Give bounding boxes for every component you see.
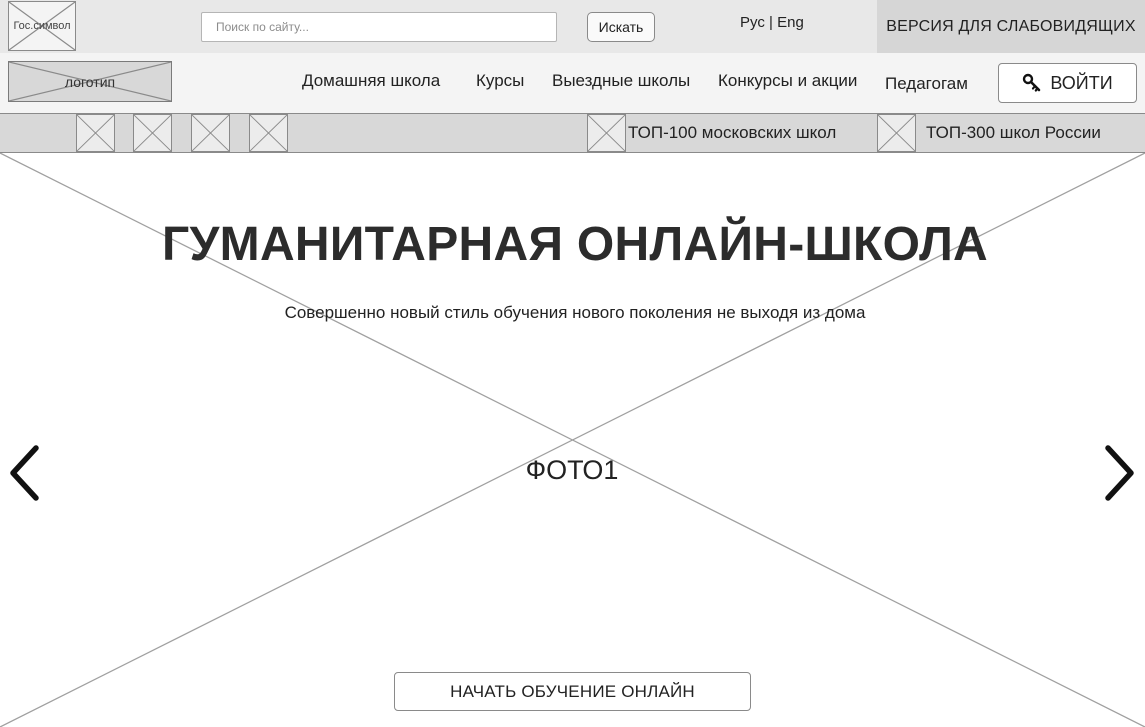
hero-slider: ГУМАНИТАРНАЯ ОНЛАЙН-ШКОЛА Совершенно нов…	[0, 153, 1145, 727]
nav-item-home-school[interactable]: Домашняя школа	[302, 71, 440, 91]
gov-symbol-placeholder: Гос.символ	[8, 1, 76, 51]
logo-label: логотип	[64, 73, 116, 90]
nav-item-contests[interactable]: Конкурсы и акции	[718, 71, 857, 91]
lang-en-link[interactable]: Eng	[777, 14, 804, 31]
strip-icon-placeholder[interactable]	[76, 114, 115, 152]
lang-separator: |	[769, 14, 773, 31]
nav-item-field-schools[interactable]: Выездные школы	[552, 71, 690, 91]
top300-icon-placeholder	[877, 114, 916, 152]
login-label: ВОЙТИ	[1050, 72, 1113, 93]
lang-ru-link[interactable]: Рус	[740, 14, 765, 31]
gov-symbol-label: Гос.символ	[13, 20, 71, 32]
nav-item-teachers[interactable]: Педагогам	[885, 74, 968, 94]
logo-placeholder[interactable]: логотип	[8, 61, 172, 102]
hero-subtitle: Совершенно новый стиль обучения нового п…	[284, 303, 866, 322]
photo-label: ФОТО1	[525, 455, 619, 485]
quick-links-strip: ТОП-100 московских школ ТОП-300 школ Рос…	[0, 113, 1145, 153]
search-button[interactable]: Искать	[587, 12, 655, 42]
language-switcher: Рус | Eng	[740, 14, 804, 31]
start-learning-button[interactable]: НАЧАТЬ ОБУЧЕНИЕ ОНЛАЙН	[394, 672, 751, 711]
key-icon	[1023, 73, 1041, 92]
top100-icon-placeholder	[587, 114, 626, 152]
hero-title: ГУМАНИТАРНАЯ ОНЛАЙН-ШКОЛА	[161, 218, 989, 271]
strip-icon-placeholder[interactable]	[133, 114, 172, 152]
top300-link[interactable]: ТОП-300 школ России	[926, 123, 1101, 143]
chevron-right-icon[interactable]	[1100, 443, 1140, 503]
login-button[interactable]: ВОЙТИ	[998, 63, 1137, 103]
main-nav: логотип Домашняя школа Курсы Выездные шк…	[0, 53, 1145, 113]
top-bar: Гос.символ Искать Рус | Eng ВЕРСИЯ ДЛЯ С…	[0, 0, 1145, 53]
top100-link[interactable]: ТОП-100 московских школ	[628, 123, 836, 143]
accessibility-version-button[interactable]: ВЕРСИЯ ДЛЯ СЛАБОВИДЯЩИХ	[877, 0, 1145, 53]
search-input[interactable]	[201, 12, 557, 42]
chevron-left-icon[interactable]	[4, 443, 44, 503]
strip-icon-placeholder[interactable]	[191, 114, 230, 152]
strip-icon-placeholder[interactable]	[249, 114, 288, 152]
nav-item-courses[interactable]: Курсы	[476, 71, 524, 91]
